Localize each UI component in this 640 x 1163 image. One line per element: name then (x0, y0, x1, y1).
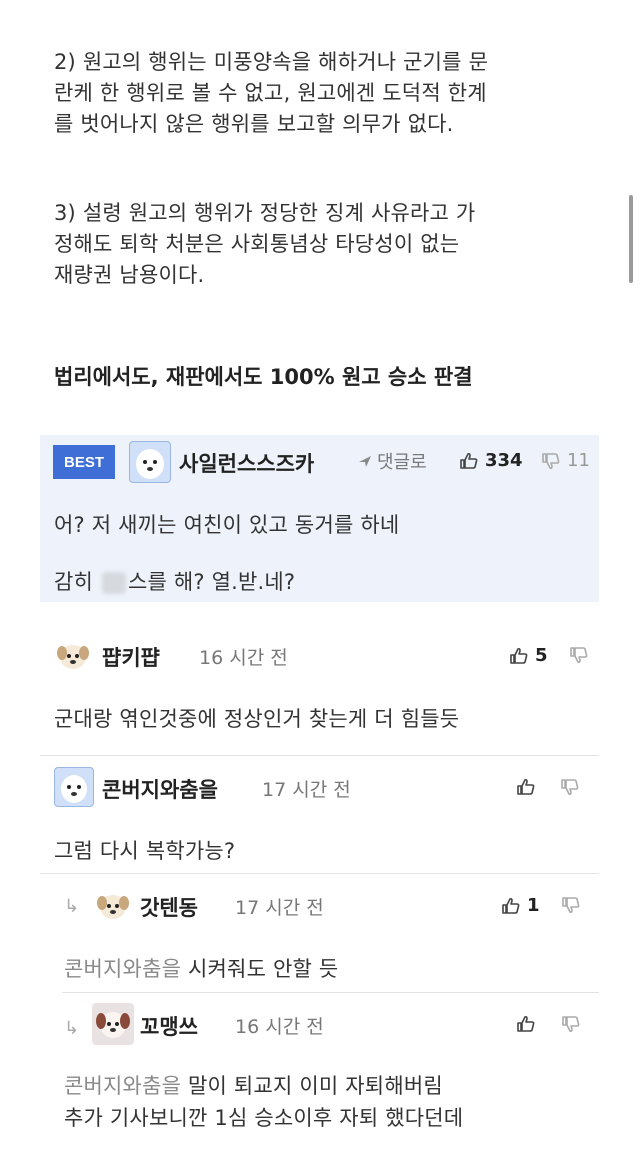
article-headline: 법리에서도, 재판에서도 100% 원고 승소 판결 (54, 365, 473, 389)
comment-text: 콘버지와춤을 말이 퇴교지 이미 자퇴해버림 (64, 1070, 443, 1100)
comment-author[interactable]: 꼬맹쓰 (140, 1011, 198, 1041)
comment-text: 추가 기사보니깐 1심 승소이후 자퇴 했다던데 (64, 1106, 464, 1130)
send-arrow-icon (359, 456, 371, 467)
scrollbar-thumb[interactable] (629, 195, 633, 283)
comment-timestamp: 16 시간 전 (235, 1016, 324, 1038)
upvote-button[interactable] (516, 1014, 536, 1034)
comment-divider (62, 992, 599, 993)
downvote-button[interactable]: 11 (541, 450, 590, 471)
upvote-button[interactable]: 1 (501, 895, 540, 916)
comment-timestamp: 16 시간 전 (199, 647, 288, 669)
thumbs-down-icon (561, 779, 579, 796)
article-line: 재량권 남용이다. (54, 263, 205, 287)
comment-author[interactable]: 사일런스스즈카 (179, 448, 314, 478)
best-badge: BEST (53, 445, 115, 479)
comment-author[interactable]: 콘버지와춤을 (102, 774, 218, 804)
reply-arrow-icon: ↳ (64, 896, 80, 917)
dog-avatar-icon (61, 775, 87, 803)
comment-divider (40, 873, 599, 874)
comment-timestamp: 17 시간 전 (235, 897, 324, 919)
comment-text: 콘버지와춤을 시켜줘도 안할 듯 (64, 953, 338, 983)
upvote-count: 5 (535, 645, 548, 666)
thumbs-down-icon (562, 897, 580, 914)
dog-avatar-icon (136, 449, 164, 479)
comment-text-part: 스를 해? 열.받.네? (127, 570, 296, 594)
upvote-button[interactable]: 5 (509, 645, 548, 666)
downvote-button[interactable] (561, 1014, 581, 1034)
upvote-button[interactable] (516, 777, 536, 797)
thumbs-up-icon (502, 897, 520, 914)
article-line: 란케 한 행위로 볼 수 없고, 원고에겐 도덕적 한계 (54, 81, 487, 105)
thumbs-down-icon (562, 1016, 580, 1033)
comment-timestamp: 17 시간 전 (262, 779, 351, 801)
article-line: 3) 설령 원고의 행위가 정당한 징계 사유라고 가 (54, 201, 476, 225)
comment-author[interactable]: 갓텐동 (140, 892, 198, 922)
comment-text: 어? 저 새끼는 여친이 있고 동거를 하네 (54, 513, 400, 537)
upvote-button[interactable]: 334 (459, 450, 523, 471)
article-line: 정해도 퇴학 처분은 사회통념상 타당성이 없는 (54, 232, 460, 256)
comment-divider (40, 755, 599, 756)
thumbs-down-icon (542, 452, 560, 469)
thumbs-up-icon (517, 1015, 535, 1032)
downvote-button[interactable] (561, 895, 581, 915)
puppy-avatar-icon (96, 1012, 130, 1038)
comment-text-part: 감히 (54, 570, 94, 594)
downvote-count: 11 (567, 450, 590, 471)
reply-to-button[interactable]: 댓글로 (357, 448, 427, 474)
thumbs-up-icon (510, 647, 528, 664)
upvote-count: 1 (527, 895, 540, 916)
comment-author[interactable]: 퍕키퍕 (102, 642, 160, 672)
reply-arrow-icon: ↳ (64, 1018, 80, 1039)
downvote-button[interactable] (569, 645, 589, 665)
comment-text: 그럼 다시 복학가능? (54, 839, 236, 863)
avatar[interactable] (129, 441, 171, 483)
comment-text-part: 시켜줘도 안할 듯 (188, 957, 339, 981)
thumbs-up-icon (460, 452, 478, 469)
downvote-button[interactable] (560, 777, 580, 797)
article-paragraph-3: 3) 설령 원고의 행위가 정당한 징계 사유라고 가 정해도 퇴학 처분은 사… (54, 198, 614, 291)
mention-link[interactable]: 콘버지와춤을 (64, 1074, 181, 1098)
article-line: 를 벗어나지 않은 행위를 보고할 의무가 없다. (54, 112, 454, 136)
puppy-avatar-icon (57, 645, 89, 669)
puppy-avatar-icon (97, 895, 129, 919)
article-paragraph-2: 2) 원고의 행위는 미풍양속을 해하거나 군기를 문 란케 한 행위로 볼 수… (54, 47, 614, 140)
avatar[interactable] (54, 767, 94, 807)
comment-text: 군대랑 엮인것중에 정상인거 찾는게 더 힘들듯 (54, 707, 460, 731)
avatar[interactable] (94, 887, 132, 925)
thumbs-up-icon (517, 778, 535, 795)
reply-to-label: 댓글로 (377, 452, 427, 473)
article-line: 2) 원고의 행위는 미풍양속을 해하거나 군기를 문 (54, 50, 489, 74)
avatar[interactable] (54, 637, 92, 675)
thumbs-down-icon (570, 647, 588, 664)
avatar[interactable] (92, 1003, 134, 1045)
upvote-count: 334 (485, 450, 523, 471)
blurred-text (101, 572, 126, 594)
mention-link[interactable]: 콘버지와춤을 (64, 957, 181, 981)
comment-text-part: 말이 퇴교지 이미 자퇴해버림 (188, 1074, 443, 1098)
comment-text: 감히 스를 해? 열.받.네? (54, 566, 295, 596)
